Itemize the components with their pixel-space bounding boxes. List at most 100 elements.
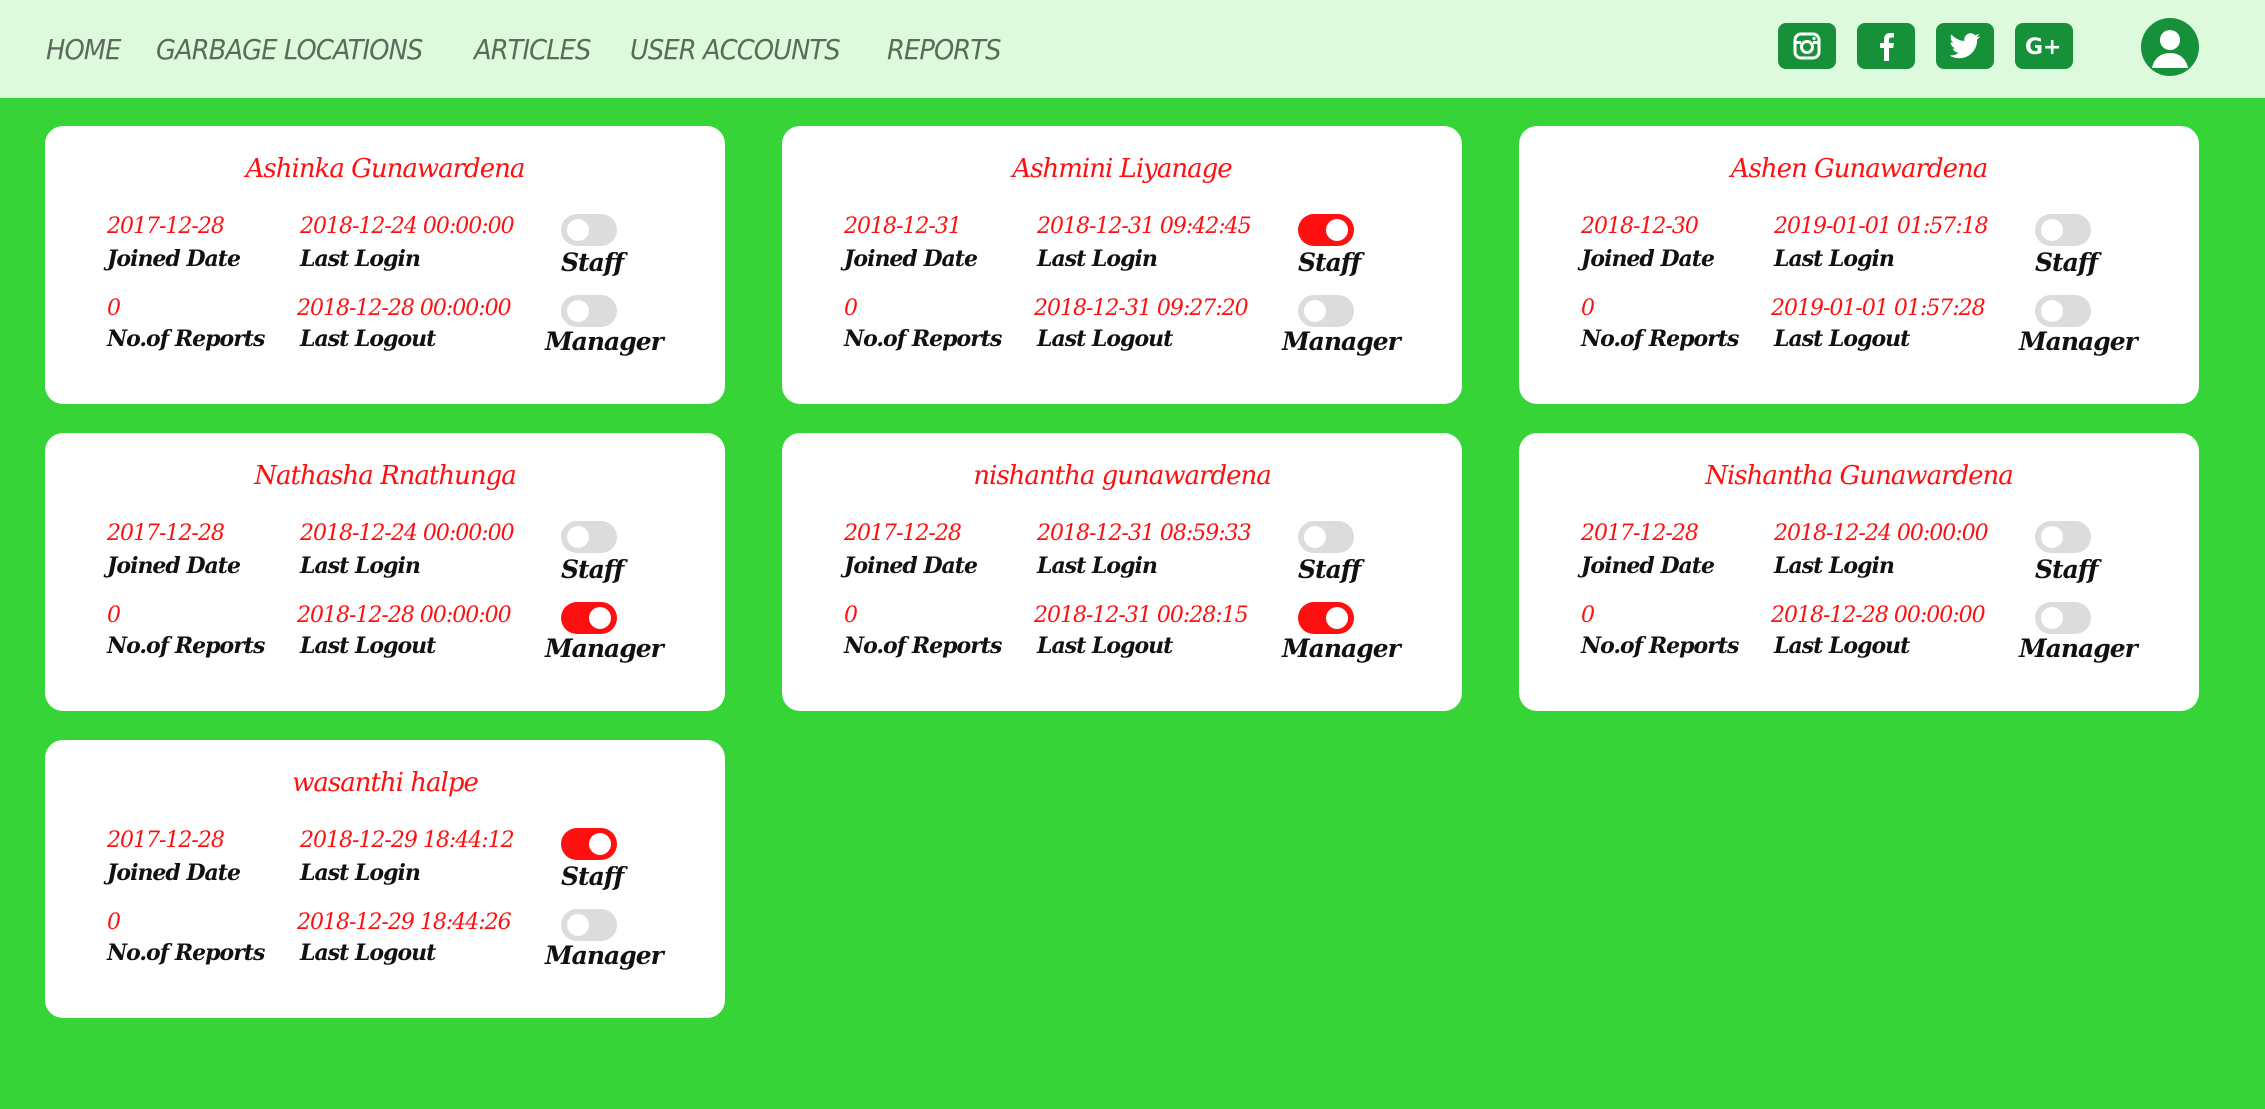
staff-toggle[interactable] — [1298, 521, 1354, 553]
last-logout-label: Last Logout — [1037, 326, 1173, 352]
user-name: Ashen Gunawardena — [1730, 154, 1988, 184]
last-login-value: 2018-12-31 08:59:33 — [1037, 521, 1252, 546]
toggle-knob — [589, 833, 611, 855]
reports-label: No.of Reports — [107, 940, 265, 966]
nav-user-accounts[interactable]: USER ACCOUNTS — [630, 33, 841, 66]
joined-date-value: 2017-12-28 — [107, 828, 225, 853]
toggle-knob — [2041, 300, 2063, 322]
instagram-button[interactable] — [1778, 23, 1836, 69]
reports-count-value: 0 — [107, 910, 121, 935]
twitter-button[interactable] — [1936, 23, 1994, 69]
user-card: nishantha gunawardena 2017-12-28 Joined … — [782, 433, 1462, 711]
last-login-label: Last Login — [1037, 246, 1158, 272]
last-login-label: Last Login — [1774, 553, 1895, 579]
user-name: Ashinka Gunawardena — [245, 154, 526, 184]
joined-date-label: Joined Date — [107, 553, 241, 579]
social-links: G+ — [1778, 23, 2094, 69]
manager-label: Manager — [1282, 327, 1401, 356]
toggle-knob — [2041, 607, 2063, 629]
manager-toggle[interactable] — [1298, 602, 1354, 634]
manager-toggle[interactable] — [561, 295, 617, 327]
staff-toggle[interactable] — [2035, 214, 2091, 246]
staff-toggle[interactable] — [2035, 521, 2091, 553]
staff-label: Staff — [561, 555, 624, 584]
google-plus-icon: G+ — [2025, 35, 2062, 59]
manager-label: Manager — [545, 327, 664, 356]
last-logout-value: 2018-12-29 18:44:26 — [297, 910, 512, 935]
staff-toggle[interactable] — [561, 828, 617, 860]
last-logout-value: 2018-12-28 00:00:00 — [297, 603, 512, 628]
joined-date-value: 2017-12-28 — [844, 521, 962, 546]
user-name: Nishantha Gunawardena — [1705, 461, 2014, 491]
last-login-value: 2018-12-24 00:00:00 — [1774, 521, 1989, 546]
manager-label: Manager — [2019, 634, 2138, 663]
joined-date-label: Joined Date — [844, 553, 978, 579]
nav-home[interactable]: HOME — [46, 33, 121, 66]
staff-toggle[interactable] — [561, 521, 617, 553]
joined-date-value: 2017-12-28 — [1581, 521, 1699, 546]
toggle-knob — [2041, 219, 2063, 241]
last-logout-value: 2018-12-31 09:27:20 — [1034, 296, 1249, 321]
nav-garbage-locations[interactable]: GARBAGE LOCATIONS — [156, 33, 423, 66]
staff-toggle[interactable] — [561, 214, 617, 246]
user-card: Nathasha Rnathunga 2017-12-28 Joined Dat… — [45, 433, 725, 711]
last-logout-value: 2018-12-28 00:00:00 — [1771, 603, 1986, 628]
last-logout-label: Last Logout — [300, 326, 436, 352]
reports-label: No.of Reports — [844, 633, 1002, 659]
twitter-icon — [1949, 33, 1981, 59]
instagram-icon — [1793, 32, 1821, 60]
joined-date-value: 2018-12-30 — [1581, 214, 1699, 239]
manager-toggle[interactable] — [2035, 602, 2091, 634]
reports-label: No.of Reports — [844, 326, 1002, 352]
joined-date-value: 2017-12-28 — [107, 521, 225, 546]
user-icon — [2152, 30, 2188, 68]
main-nav: HOME GARBAGE LOCATIONS ARTICLES USER ACC… — [46, 33, 1039, 66]
joined-date-value: 2018-12-31 — [844, 214, 962, 239]
last-login-label: Last Login — [300, 860, 421, 886]
staff-label: Staff — [1298, 555, 1361, 584]
last-login-value: 2018-12-31 09:42:45 — [1037, 214, 1252, 239]
manager-toggle[interactable] — [561, 602, 617, 634]
last-login-label: Last Login — [300, 553, 421, 579]
reports-count-value: 0 — [1581, 296, 1595, 321]
last-login-value: 2018-12-24 00:00:00 — [300, 214, 515, 239]
user-name: wasanthi halpe — [292, 768, 479, 798]
last-logout-label: Last Logout — [1774, 633, 1910, 659]
user-card: Nishantha Gunawardena 2017-12-28 Joined … — [1519, 433, 2199, 711]
nav-articles[interactable]: ARTICLES — [474, 33, 591, 66]
last-logout-label: Last Logout — [300, 940, 436, 966]
toggle-knob — [567, 914, 589, 936]
user-card: Ashen Gunawardena 2018-12-30 Joined Date… — [1519, 126, 2199, 404]
toggle-knob — [567, 219, 589, 241]
facebook-icon — [1880, 33, 1894, 61]
last-login-value: 2018-12-24 00:00:00 — [300, 521, 515, 546]
joined-date-value: 2017-12-28 — [107, 214, 225, 239]
manager-toggle[interactable] — [561, 909, 617, 941]
joined-date-label: Joined Date — [844, 246, 978, 272]
joined-date-label: Joined Date — [107, 860, 241, 886]
staff-label: Staff — [2035, 555, 2098, 584]
manager-toggle[interactable] — [1298, 295, 1354, 327]
google-plus-button[interactable]: G+ — [2015, 23, 2073, 69]
last-login-value: 2019-01-01 01:57:18 — [1774, 214, 1989, 239]
reports-count-value: 0 — [107, 296, 121, 321]
last-login-value: 2018-12-29 18:44:12 — [300, 828, 515, 853]
last-logout-label: Last Logout — [300, 633, 436, 659]
reports-count-value: 0 — [107, 603, 121, 628]
manager-label: Manager — [2019, 327, 2138, 356]
user-card: Ashinka Gunawardena 2017-12-28 Joined Da… — [45, 126, 725, 404]
last-login-label: Last Login — [300, 246, 421, 272]
reports-label: No.of Reports — [1581, 633, 1739, 659]
staff-label: Staff — [561, 862, 624, 891]
nav-reports[interactable]: REPORTS — [887, 33, 1001, 66]
manager-toggle[interactable] — [2035, 295, 2091, 327]
joined-date-label: Joined Date — [107, 246, 241, 272]
facebook-button[interactable] — [1857, 23, 1915, 69]
reports-label: No.of Reports — [107, 633, 265, 659]
toggle-knob — [1304, 526, 1326, 548]
last-logout-value: 2018-12-28 00:00:00 — [297, 296, 512, 321]
user-avatar[interactable] — [2141, 18, 2199, 76]
staff-toggle[interactable] — [1298, 214, 1354, 246]
toggle-knob — [2041, 526, 2063, 548]
reports-label: No.of Reports — [107, 326, 265, 352]
